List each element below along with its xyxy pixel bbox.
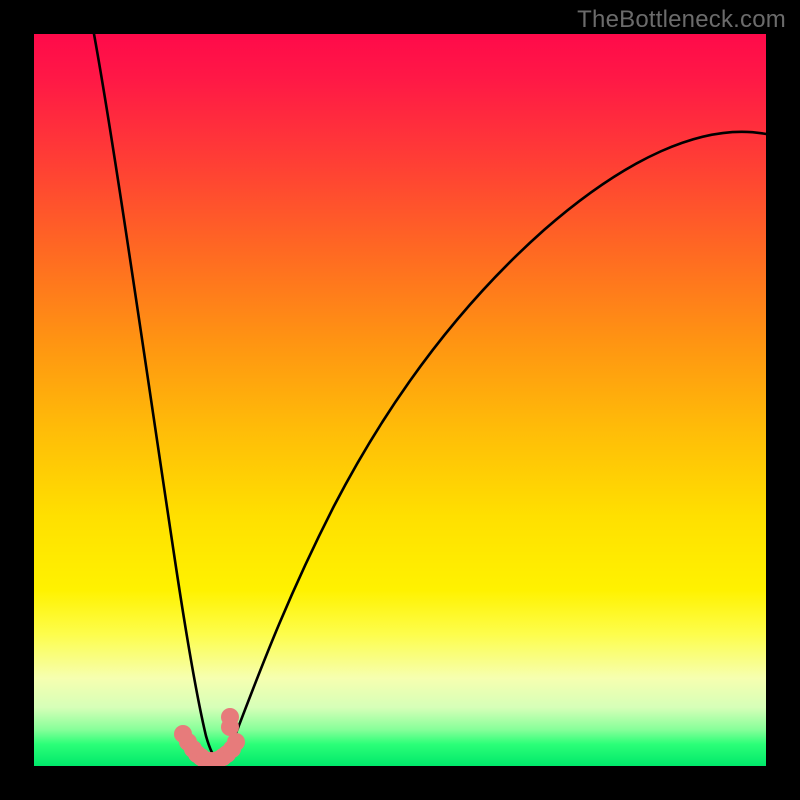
plot-area (34, 34, 766, 766)
curve-layer (34, 34, 766, 766)
curve-right-branch (218, 132, 766, 760)
curve-left-branch (94, 34, 218, 760)
trough-markers (174, 708, 245, 766)
bottleneck-curve (94, 34, 766, 760)
watermark-text: TheBottleneck.com (577, 6, 786, 34)
chart-frame: TheBottleneck.com (0, 0, 800, 800)
marker-dot (221, 708, 239, 726)
